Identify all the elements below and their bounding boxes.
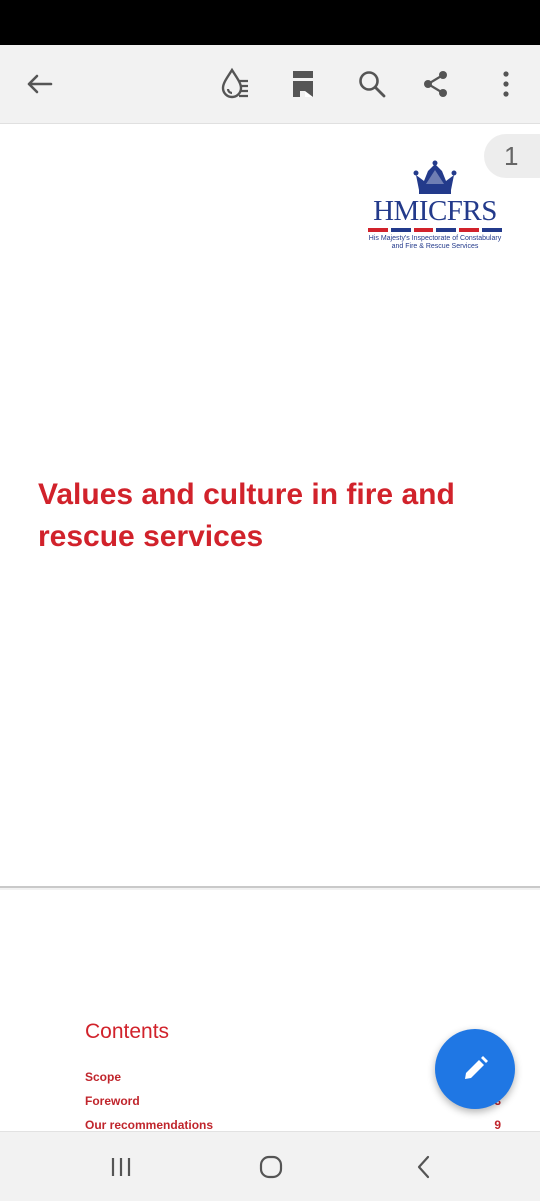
system-navigation-bar xyxy=(0,1131,540,1201)
toc-item[interactable]: Our recommendations 9 xyxy=(85,1118,501,1131)
recent-apps-icon xyxy=(111,1158,131,1176)
share-icon xyxy=(424,71,447,97)
toc-item-label: Scope xyxy=(85,1070,122,1084)
recent-apps-button[interactable] xyxy=(101,1150,141,1184)
page-view-icon xyxy=(293,71,313,97)
logo-stripes xyxy=(368,228,502,232)
logo-subtitle-line2: and Fire & Rescue Services xyxy=(391,243,479,250)
hmicfrs-logo: HMICFRS His Majesty's Inspectorate of Co… xyxy=(366,160,504,251)
back-button[interactable] xyxy=(19,64,59,104)
document-title: Values and culture in fire and rescue se… xyxy=(38,478,455,553)
more-options-button[interactable] xyxy=(486,64,526,104)
back-arrow-icon xyxy=(27,74,53,94)
search-button[interactable] xyxy=(352,64,392,104)
search-icon xyxy=(359,71,386,98)
toc-item[interactable]: Foreword 3 xyxy=(85,1094,501,1108)
document-viewer[interactable]: 1 HMICFRS His Majesty's Inspectorate of … xyxy=(0,124,540,1131)
home-button[interactable] xyxy=(251,1150,291,1184)
back-icon xyxy=(417,1155,430,1179)
toc-item-label: Our recommendations xyxy=(85,1118,214,1131)
edit-fab-button[interactable] xyxy=(435,1029,515,1109)
page-view-button[interactable] xyxy=(283,64,323,104)
back-nav-button[interactable] xyxy=(404,1150,444,1184)
reading-mode-icon xyxy=(221,67,248,99)
document-page-1: 1 HMICFRS His Majesty's Inspectorate of … xyxy=(0,124,540,888)
logo-wordmark: HMICFRS xyxy=(373,195,497,227)
home-icon xyxy=(259,1155,283,1179)
toc-item-page: 9 xyxy=(494,1118,501,1131)
crown-icon xyxy=(413,160,457,194)
toolbar xyxy=(0,45,540,124)
pencil-edit-icon xyxy=(465,1056,488,1079)
contents-heading: Contents xyxy=(85,1020,170,1043)
logo-subtitle-line1: His Majesty's Inspectorate of Constabula… xyxy=(368,235,502,242)
share-button[interactable] xyxy=(416,64,456,104)
toc-item-label: Foreword xyxy=(85,1094,140,1108)
status-bar xyxy=(0,0,540,45)
more-options-icon xyxy=(503,71,509,97)
reading-mode-button[interactable] xyxy=(215,64,255,104)
